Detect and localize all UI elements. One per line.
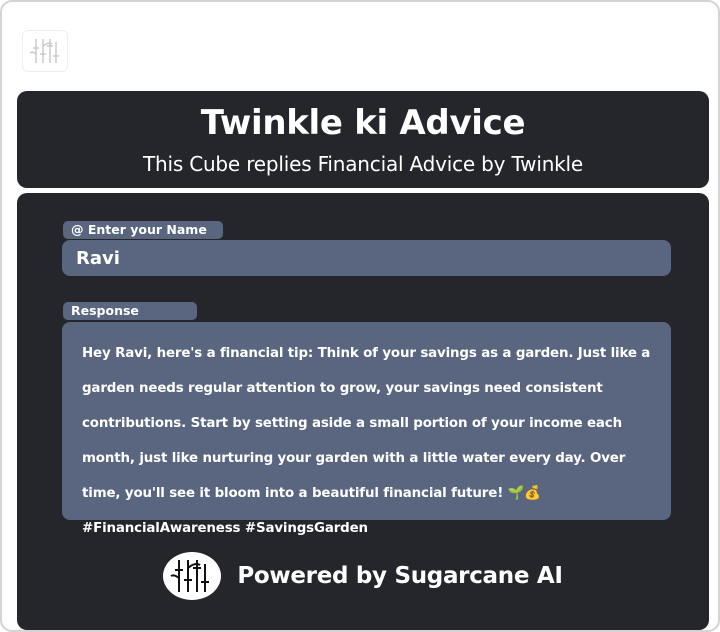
page-subtitle: This Cube replies Financial Advice by Tw… <box>142 152 584 176</box>
name-input[interactable] <box>62 240 671 276</box>
bamboo-logo-icon <box>22 30 68 72</box>
bamboo-logo-icon <box>163 552 222 600</box>
powered-by-footer: Powered by Sugarcane AI <box>17 551 709 601</box>
name-field-label: @ Enter your Name <box>63 221 223 239</box>
powered-by-text: Powered by Sugarcane AI <box>237 563 563 589</box>
page-title: Twinkle ki Advice <box>200 103 526 143</box>
response-output: Hey Ravi, here's a financial tip: Think … <box>62 322 671 536</box>
app-frame: Twinkle ki Advice This Cube replies Fina… <box>0 0 720 632</box>
response-field-label: Response <box>63 302 197 320</box>
main-panel: @ Enter your Name Response Hey Ravi, her… <box>17 193 709 630</box>
header-card: Twinkle ki Advice This Cube replies Fina… <box>17 91 709 188</box>
